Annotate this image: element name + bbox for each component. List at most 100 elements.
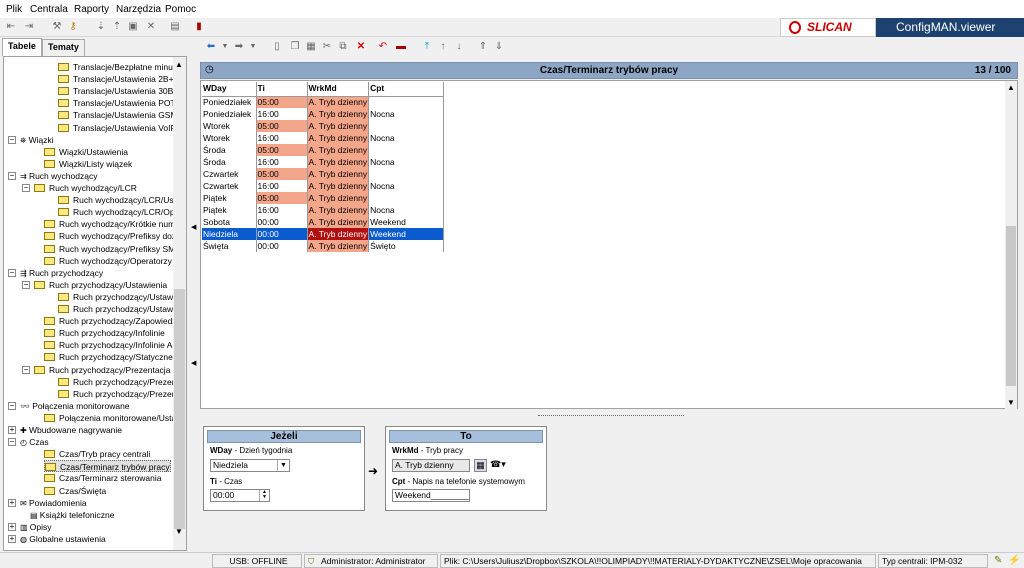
cell-cpt[interactable]: Nocna bbox=[368, 204, 445, 216]
phone-icon[interactable]: ▮ bbox=[192, 20, 206, 34]
copy-icon[interactable]: ❐ bbox=[288, 40, 302, 54]
cell-cpt[interactable] bbox=[368, 168, 445, 180]
import-icon[interactable]: ⇣ bbox=[94, 20, 108, 34]
collapse-left-icon[interactable]: ◀ bbox=[191, 223, 196, 231]
key-icon[interactable]: ⚷ bbox=[66, 20, 80, 34]
calendar-icon[interactable]: ▦ bbox=[474, 459, 487, 472]
cell-wday[interactable]: Piątek bbox=[202, 192, 257, 204]
mode-picker-icon[interactable]: ☎▾ bbox=[490, 459, 512, 472]
tree-item[interactable]: Czas/Tryb pracy centrali bbox=[44, 448, 150, 460]
disconnect-icon[interactable]: ⚡ bbox=[1008, 555, 1020, 566]
report-icon[interactable]: ▤ bbox=[168, 20, 182, 34]
tree-expander-icon[interactable]: − bbox=[8, 401, 16, 410]
cell-ti[interactable]: 16:00 bbox=[256, 108, 308, 120]
cell-wrkmd[interactable]: A. Tryb dzienny bbox=[307, 108, 370, 120]
tree-item[interactable]: Ruch wychodzący/Prefiksy SMS bbox=[44, 243, 181, 255]
cell-cpt[interactable]: Święto bbox=[368, 240, 445, 252]
tree-item[interactable]: Ruch wychodzący/Krótkie numery bbox=[44, 218, 186, 230]
tree-item[interactable]: Ruch przychodzący/Ustawienia bbox=[58, 291, 186, 303]
cell-cpt[interactable]: Weekend bbox=[368, 216, 445, 228]
cell-wrkmd[interactable]: A. Tryb dzienny bbox=[307, 240, 370, 252]
undo-icon[interactable]: ↶ bbox=[376, 40, 390, 54]
tree-item[interactable]: Wiązki/Ustawienia bbox=[44, 146, 128, 158]
tree-item[interactable]: ⛯ Wiązki bbox=[20, 134, 54, 146]
table-row[interactable]: Poniedziałek 05:00 A. Tryb dzienny bbox=[202, 96, 445, 108]
cut-icon[interactable]: ✂ bbox=[320, 40, 334, 54]
print-icon[interactable]: ▣ bbox=[126, 20, 140, 34]
forward-dropdown-icon[interactable]: ▼ bbox=[246, 40, 260, 54]
menu-pomoc[interactable]: Pomoc bbox=[165, 4, 196, 15]
cell-cpt[interactable]: Nocna bbox=[368, 132, 445, 144]
cell-wrkmd[interactable]: A. Tryb dzienny bbox=[307, 156, 370, 168]
scroll-down-icon[interactable]: ▼ bbox=[175, 527, 183, 536]
vertical-splitter[interactable]: ◀ ◀ bbox=[190, 56, 198, 552]
cell-wrkmd[interactable]: A. Tryb dzienny bbox=[307, 216, 370, 228]
menu-plik[interactable]: Plik bbox=[6, 4, 22, 15]
table-row[interactable]: Czwartek 05:00 A. Tryb dzienny bbox=[202, 168, 445, 180]
move-up-icon[interactable]: ↑ bbox=[436, 40, 450, 54]
tree-item[interactable]: Ruch przychodzący/Infolinie API bbox=[44, 339, 180, 351]
cell-cpt[interactable] bbox=[368, 120, 445, 132]
tree-item[interactable]: ◍ Globalne ustawienia bbox=[20, 533, 106, 545]
tree-item[interactable]: ⇶ Ruch przychodzący bbox=[20, 267, 103, 279]
back-arrow-icon[interactable]: ⬅ bbox=[204, 40, 218, 54]
menu-raporty[interactable]: Raporty bbox=[74, 4, 109, 15]
back-dropdown-icon[interactable]: ▼ bbox=[218, 40, 232, 54]
collapse-left-icon-2[interactable]: ◀ bbox=[191, 359, 196, 367]
cell-wday[interactable]: Czwartek bbox=[202, 180, 257, 192]
cell-wrkmd[interactable]: A. Tryb dzienny bbox=[307, 228, 370, 240]
cell-wday[interactable]: Środa bbox=[202, 144, 257, 156]
tree-expander-icon[interactable]: − bbox=[8, 171, 16, 180]
cell-cpt[interactable]: Weekend bbox=[368, 228, 445, 240]
tab-tabele[interactable]: Tabele bbox=[2, 38, 42, 56]
tree-item[interactable]: Czas/Święta bbox=[44, 485, 106, 497]
sort-desc-icon[interactable]: ⇓ bbox=[492, 40, 506, 54]
grid-scrollbar[interactable]: ▲ ▼ bbox=[1005, 81, 1017, 409]
tree-item[interactable]: 👓 Połączenia monitorowane bbox=[20, 400, 130, 412]
tree-item[interactable]: Ruch wychodzący/LCR bbox=[34, 182, 137, 194]
cell-cpt[interactable]: Nocna bbox=[368, 156, 445, 168]
menu-narzedzia[interactable]: Narzędzia bbox=[116, 4, 161, 15]
splitter-grip[interactable] bbox=[538, 411, 684, 416]
spinner-icon[interactable]: ▲ ▼ bbox=[259, 490, 269, 501]
tree-item[interactable]: Czas/Terminarz trybów pracy bbox=[44, 460, 171, 473]
grid-scroll-down-icon[interactable]: ▼ bbox=[1007, 398, 1015, 407]
table-row[interactable]: Sobota 00:00 A. Tryb dzienny Weekend bbox=[202, 216, 445, 228]
column-header-cpt[interactable]: Cpt bbox=[368, 82, 445, 97]
tree-scroll-thumb[interactable] bbox=[174, 289, 185, 529]
cell-wday[interactable]: Sobota bbox=[202, 216, 257, 228]
cell-ti[interactable]: 00:00 bbox=[256, 240, 308, 252]
cell-wday[interactable]: Wtorek bbox=[202, 120, 257, 132]
table-row[interactable]: Środa 16:00 A. Tryb dzienny Nocna bbox=[202, 156, 445, 168]
cell-ti[interactable]: 05:00 bbox=[256, 96, 308, 108]
grid-scroll-thumb[interactable] bbox=[1006, 226, 1016, 386]
export-icon[interactable]: ⇡ bbox=[110, 20, 124, 34]
tree-item[interactable]: Ruch przychodzący/Infolinie bbox=[44, 327, 165, 339]
tab-tematy[interactable]: Tematy bbox=[42, 39, 85, 56]
tree-item[interactable]: ✚ Wbudowane nagrywanie bbox=[20, 424, 122, 436]
cell-wrkmd[interactable]: A. Tryb dzienny bbox=[307, 192, 370, 204]
scroll-up-icon[interactable]: ▲ bbox=[175, 60, 183, 69]
edit-icon[interactable]: ✎ bbox=[994, 555, 1002, 566]
cell-ti[interactable]: 05:00 bbox=[256, 192, 308, 204]
table-row[interactable]: Wtorek 05:00 A. Tryb dzienny bbox=[202, 120, 445, 132]
column-header-ti[interactable]: Ti bbox=[256, 82, 308, 97]
cell-cpt[interactable] bbox=[368, 192, 445, 204]
cell-wday[interactable]: Piątek bbox=[202, 204, 257, 216]
tree-item[interactable]: ◴ Czas bbox=[20, 436, 49, 448]
tree-item[interactable]: Translacje/Ustawienia 2B+D bbox=[58, 73, 180, 85]
delete-icon[interactable]: ✕ bbox=[144, 20, 158, 34]
cell-wrkmd[interactable]: A. Tryb dzienny bbox=[307, 204, 370, 216]
cell-wday[interactable]: Święta bbox=[202, 240, 257, 252]
tree-item[interactable]: Ruch przychodzący/Statyczne tra bbox=[44, 351, 185, 363]
table-row[interactable]: Piątek 16:00 A. Tryb dzienny Nocna bbox=[202, 204, 445, 216]
cell-cpt[interactable] bbox=[368, 96, 445, 108]
tree-scrollbar[interactable]: ▲ ▼ bbox=[173, 57, 186, 550]
tree-expander-icon[interactable]: − bbox=[8, 135, 16, 144]
tree-item[interactable]: Ruch wychodzący/LCR/Opła bbox=[58, 206, 181, 218]
cell-wrkmd[interactable]: A. Tryb dzienny bbox=[307, 120, 370, 132]
cell-ti[interactable]: 05:00 bbox=[256, 144, 308, 156]
tree-expander-icon[interactable]: + bbox=[8, 426, 16, 434]
sort-asc-icon[interactable]: ⇑ bbox=[476, 40, 490, 54]
tree-expander-icon[interactable]: + bbox=[8, 522, 16, 531]
